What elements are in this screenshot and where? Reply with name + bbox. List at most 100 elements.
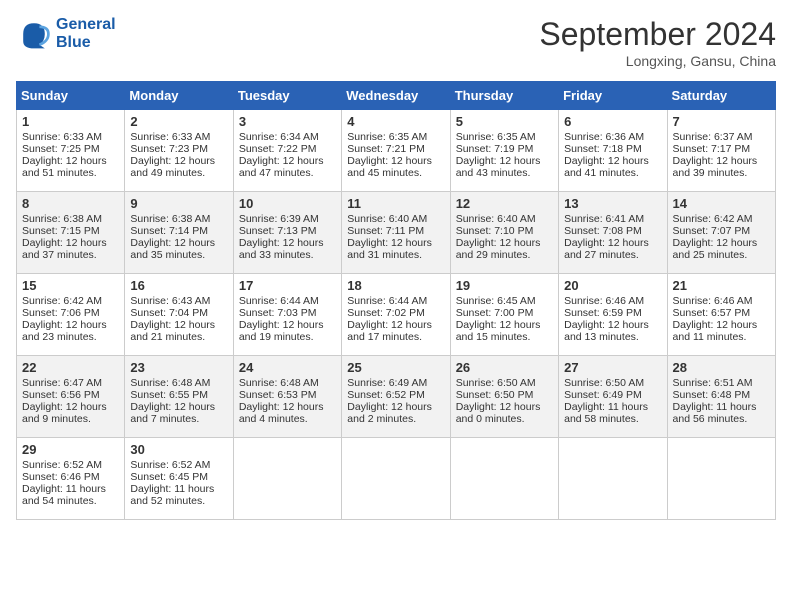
calendar-row-2: 15 Sunrise: 6:42 AMSunset: 7:06 PM Dayligh… xyxy=(17,274,776,356)
calendar-cell xyxy=(342,438,450,520)
day-number: 16 xyxy=(130,278,227,293)
daylight: Daylight: 12 hours and 21 minutes. xyxy=(130,319,215,343)
sunset: Sunset: 6:53 PM xyxy=(239,389,317,401)
sunrise: Sunrise: 6:46 AM xyxy=(673,295,753,307)
col-friday: Friday xyxy=(559,82,667,110)
calendar-cell: 29Sunrise: 6:52 AMSunset: 6:46 PMDayligh… xyxy=(17,438,125,520)
day-number: 9 xyxy=(130,196,227,211)
calendar-cell: 9Sunrise: 6:38 AMSunset: 7:14 PMDaylight… xyxy=(125,192,233,274)
daylight: Daylight: 12 hours and 25 minutes. xyxy=(673,237,758,261)
calendar-cell: 10Sunrise: 6:39 AMSunset: 7:13 PMDayligh… xyxy=(233,192,341,274)
calendar-cell: 1Sunrise: 6:33 AMSunset: 7:25 PMDaylight… xyxy=(17,110,125,192)
sunrise: Sunrise: 6:33 AM xyxy=(22,131,102,143)
sunset: Sunset: 7:23 PM xyxy=(130,143,208,155)
sunset: Sunset: 7:19 PM xyxy=(456,143,534,155)
calendar-cell: 20Sunrise: 6:46 AMSunset: 6:59 PMDayligh… xyxy=(559,274,667,356)
col-sunday: Sunday xyxy=(17,82,125,110)
calendar-cell: 24 Sunrise: 6:48 AMSunset: 6:53 PMDayligh… xyxy=(233,356,341,438)
day-number: 5 xyxy=(456,114,553,129)
calendar-cell: 23Sunrise: 6:48 AMSunset: 6:55 PMDayligh… xyxy=(125,356,233,438)
day-number: 27 xyxy=(564,360,661,375)
sunset: Sunset: 7:06 PM xyxy=(22,307,100,319)
daylight: Daylight: 12 hours and 27 minutes. xyxy=(564,237,649,261)
calendar-cell: 22Sunrise: 6:47 AMSunset: 6:56 PMDayligh… xyxy=(17,356,125,438)
calendar-row-1: 8Sunrise: 6:38 AMSunset: 7:15 PMDaylight… xyxy=(17,192,776,274)
page-header: General Blue September 2024 Longxing, Ga… xyxy=(16,16,776,69)
calendar-row-0: 1Sunrise: 6:33 AMSunset: 7:25 PMDaylight… xyxy=(17,110,776,192)
sunset: Sunset: 6:48 PM xyxy=(673,389,751,401)
calendar-cell: 30Sunrise: 6:52 AMSunset: 6:45 PMDayligh… xyxy=(125,438,233,520)
sunset: Sunset: 7:00 PM xyxy=(456,307,534,319)
day-number: 8 xyxy=(22,196,119,211)
day-number: 10 xyxy=(239,196,336,211)
col-monday: Monday xyxy=(125,82,233,110)
daylight: Daylight: 12 hours and 47 minutes. xyxy=(239,155,324,179)
calendar-cell: 17Sunrise: 6:44 AMSunset: 7:03 PMDayligh… xyxy=(233,274,341,356)
calendar-cell: 11Sunrise: 6:40 AMSunset: 7:11 PMDayligh… xyxy=(342,192,450,274)
sunrise: Sunrise: 6:42 AM xyxy=(673,213,753,225)
day-number: 26 xyxy=(456,360,553,375)
calendar-cell: 21Sunrise: 6:46 AMSunset: 6:57 PMDayligh… xyxy=(667,274,775,356)
day-number: 14 xyxy=(673,196,770,211)
daylight: Daylight: 12 hours and 51 minutes. xyxy=(22,155,107,179)
daylight: Daylight: 12 hours and 9 minutes. xyxy=(22,401,107,425)
sunset: Sunset: 7:04 PM xyxy=(130,307,208,319)
calendar-cell: 3 Sunrise: 6:34 AMSunset: 7:22 PMDaylight… xyxy=(233,110,341,192)
sunrise: Sunrise: 6:36 AM xyxy=(564,131,644,143)
sunset: Sunset: 7:22 PM xyxy=(239,143,317,155)
day-number: 29 xyxy=(22,442,119,457)
calendar-cell: 18Sunrise: 6:44 AMSunset: 7:02 PMDayligh… xyxy=(342,274,450,356)
day-number: 23 xyxy=(130,360,227,375)
day-number: 4 xyxy=(347,114,444,129)
sunset: Sunset: 7:21 PM xyxy=(347,143,425,155)
day-number: 15 xyxy=(22,278,119,293)
calendar-cell: 8Sunrise: 6:38 AMSunset: 7:15 PMDaylight… xyxy=(17,192,125,274)
calendar-table: Sunday Monday Tuesday Wednesday Thursday… xyxy=(16,81,776,520)
daylight: Daylight: 11 hours and 52 minutes. xyxy=(130,483,214,507)
sunrise: Sunrise: 6:39 AM xyxy=(239,213,319,225)
sunrise: Sunrise: 6:37 AM xyxy=(673,131,753,143)
sunrise: Sunrise: 6:46 AM xyxy=(564,295,644,307)
header-row: Sunday Monday Tuesday Wednesday Thursday… xyxy=(17,82,776,110)
daylight: Daylight: 11 hours and 54 minutes. xyxy=(22,483,106,507)
calendar-cell xyxy=(450,438,558,520)
sunset: Sunset: 6:45 PM xyxy=(130,471,208,483)
daylight: Daylight: 12 hours and 11 minutes. xyxy=(673,319,758,343)
daylight: Daylight: 12 hours and 4 minutes. xyxy=(239,401,324,425)
sunrise: Sunrise: 6:40 AM xyxy=(456,213,536,225)
daylight: Daylight: 12 hours and 29 minutes. xyxy=(456,237,541,261)
sunrise: Sunrise: 6:45 AM xyxy=(456,295,536,307)
sunrise: Sunrise: 6:38 AM xyxy=(22,213,102,225)
sunrise: Sunrise: 6:35 AM xyxy=(456,131,536,143)
sunrise: Sunrise: 6:42 AM xyxy=(22,295,102,307)
daylight: Daylight: 12 hours and 39 minutes. xyxy=(673,155,758,179)
sunrise: Sunrise: 6:44 AM xyxy=(347,295,427,307)
calendar-cell: 7Sunrise: 6:37 AMSunset: 7:17 PMDaylight… xyxy=(667,110,775,192)
day-number: 3 xyxy=(239,114,336,129)
sunrise: Sunrise: 6:49 AM xyxy=(347,377,427,389)
logo: General Blue xyxy=(16,16,116,52)
daylight: Daylight: 12 hours and 2 minutes. xyxy=(347,401,432,425)
calendar-cell: 2Sunrise: 6:33 AMSunset: 7:23 PMDaylight… xyxy=(125,110,233,192)
col-wednesday: Wednesday xyxy=(342,82,450,110)
location: Longxing, Gansu, China xyxy=(539,53,776,69)
sunrise: Sunrise: 6:48 AM xyxy=(239,377,319,389)
sunset: Sunset: 7:14 PM xyxy=(130,225,208,237)
col-tuesday: Tuesday xyxy=(233,82,341,110)
calendar-cell: 14Sunrise: 6:42 AMSunset: 7:07 PMDayligh… xyxy=(667,192,775,274)
day-number: 18 xyxy=(347,278,444,293)
sunrise: Sunrise: 6:34 AM xyxy=(239,131,319,143)
day-number: 24 xyxy=(239,360,336,375)
calendar-row-3: 22Sunrise: 6:47 AMSunset: 6:56 PMDayligh… xyxy=(17,356,776,438)
sunset: Sunset: 7:13 PM xyxy=(239,225,317,237)
sunset: Sunset: 6:57 PM xyxy=(673,307,751,319)
daylight: Daylight: 12 hours and 15 minutes. xyxy=(456,319,541,343)
calendar-cell xyxy=(667,438,775,520)
sunset: Sunset: 7:11 PM xyxy=(347,225,424,237)
daylight: Daylight: 12 hours and 19 minutes. xyxy=(239,319,324,343)
daylight: Daylight: 12 hours and 13 minutes. xyxy=(564,319,649,343)
sunset: Sunset: 6:46 PM xyxy=(22,471,100,483)
daylight: Daylight: 12 hours and 7 minutes. xyxy=(130,401,215,425)
day-number: 19 xyxy=(456,278,553,293)
day-number: 7 xyxy=(673,114,770,129)
